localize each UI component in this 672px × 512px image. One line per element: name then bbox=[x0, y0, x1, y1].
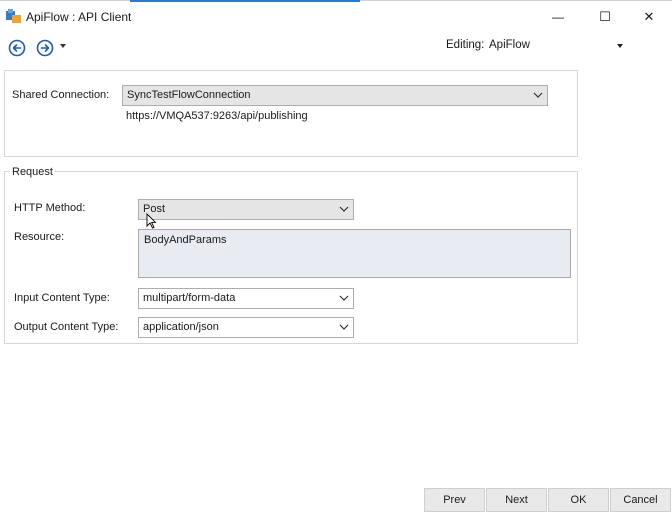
editing-select-value: ApiFlow bbox=[489, 39, 530, 51]
connection-url: https://VMQA537:9263/api/publishing bbox=[126, 110, 308, 122]
request-group-label: Request bbox=[10, 166, 55, 178]
title-accent-line bbox=[130, 0, 360, 2]
toolbar: Editing: ApiFlow bbox=[0, 31, 672, 63]
editing-label: Editing: bbox=[446, 39, 485, 51]
close-icon: ✕ bbox=[643, 8, 655, 24]
input-content-type-value: multipart/form-data bbox=[143, 292, 236, 304]
maximize-icon: ☐ bbox=[599, 8, 611, 24]
forward-icon[interactable] bbox=[36, 39, 54, 57]
resource-input[interactable]: BodyAndParams bbox=[138, 229, 571, 278]
close-button[interactable]: ✕ bbox=[626, 1, 672, 32]
resource-value: BodyAndParams bbox=[144, 234, 227, 246]
output-content-type-value: application/json bbox=[143, 321, 219, 333]
http-method-label: HTTP Method: bbox=[14, 202, 86, 214]
chevron-down-icon bbox=[339, 295, 349, 301]
chevron-down-icon bbox=[617, 44, 623, 48]
maximize-button[interactable]: ☐ bbox=[582, 1, 628, 32]
shared-connection-label: Shared Connection: bbox=[12, 89, 110, 101]
minimize-button[interactable]: — bbox=[535, 1, 581, 32]
http-method-select[interactable]: Post bbox=[138, 199, 354, 220]
window-title: ApiFlow : API Client bbox=[26, 10, 132, 24]
output-content-type-label: Output Content Type: bbox=[14, 321, 119, 333]
next-button[interactable]: Next bbox=[486, 488, 547, 512]
ok-button[interactable]: OK bbox=[548, 488, 609, 512]
shared-connection-select[interactable]: SyncTestFlowConnection bbox=[122, 85, 548, 106]
mouse-cursor-icon bbox=[146, 213, 157, 229]
title-bar: ApiFlow : API Client — ☐ ✕ bbox=[0, 0, 672, 31]
prev-button[interactable]: Prev bbox=[424, 488, 485, 512]
resource-label: Resource: bbox=[14, 231, 65, 243]
chevron-down-icon bbox=[339, 206, 349, 212]
back-icon[interactable] bbox=[8, 39, 26, 57]
cancel-button[interactable]: Cancel bbox=[610, 488, 671, 512]
minimize-icon: — bbox=[552, 9, 564, 24]
shared-connection-value: SyncTestFlowConnection bbox=[127, 89, 251, 101]
chevron-down-icon bbox=[533, 92, 543, 98]
chevron-down-icon bbox=[339, 324, 349, 330]
input-content-type-select[interactable]: multipart/form-data bbox=[138, 288, 354, 309]
output-content-type-select[interactable]: application/json bbox=[138, 317, 354, 338]
history-dropdown-icon[interactable] bbox=[60, 44, 66, 48]
input-content-type-label: Input Content Type: bbox=[14, 292, 110, 304]
app-icon bbox=[6, 9, 21, 23]
editing-select[interactable]: ApiFlow bbox=[486, 35, 628, 55]
